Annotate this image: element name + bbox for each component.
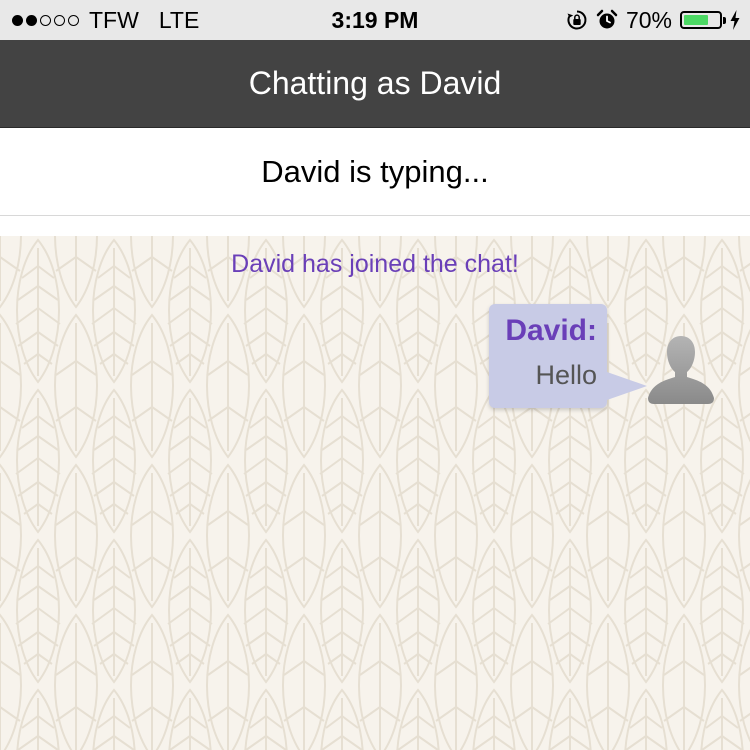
message-sender: David: — [505, 314, 597, 347]
battery-level — [684, 15, 708, 25]
rotation-lock-icon — [566, 9, 588, 31]
battery-tip — [723, 17, 726, 24]
system-message: David has joined the chat! — [231, 250, 519, 278]
alarm-icon — [596, 9, 618, 31]
status-bar: TFW LTE 3:19 PM 70% — [0, 0, 750, 40]
chat-screen: TFW LTE 3:19 PM 70% Chatting as David Da… — [0, 0, 750, 750]
leaf-pattern-background — [0, 236, 750, 750]
typing-indicator: David is typing... — [0, 128, 750, 216]
message-text: Hello — [535, 360, 597, 390]
status-right: 70% — [566, 0, 740, 40]
message-bubble[interactable]: David: Hello — [489, 304, 607, 408]
person-silhouette-icon[interactable] — [646, 332, 716, 408]
battery-percentage: 70% — [625, 6, 672, 33]
message-bubble-tail — [607, 372, 647, 400]
battery-icon — [680, 11, 726, 29]
typing-indicator-text: David is typing... — [261, 153, 489, 189]
charging-bolt-icon — [730, 10, 740, 30]
nav-bar: Chatting as David — [0, 40, 750, 128]
page-title: Chatting as David — [248, 65, 502, 101]
chat-messages-area[interactable]: David has joined the chat! David: Hello — [0, 236, 750, 750]
